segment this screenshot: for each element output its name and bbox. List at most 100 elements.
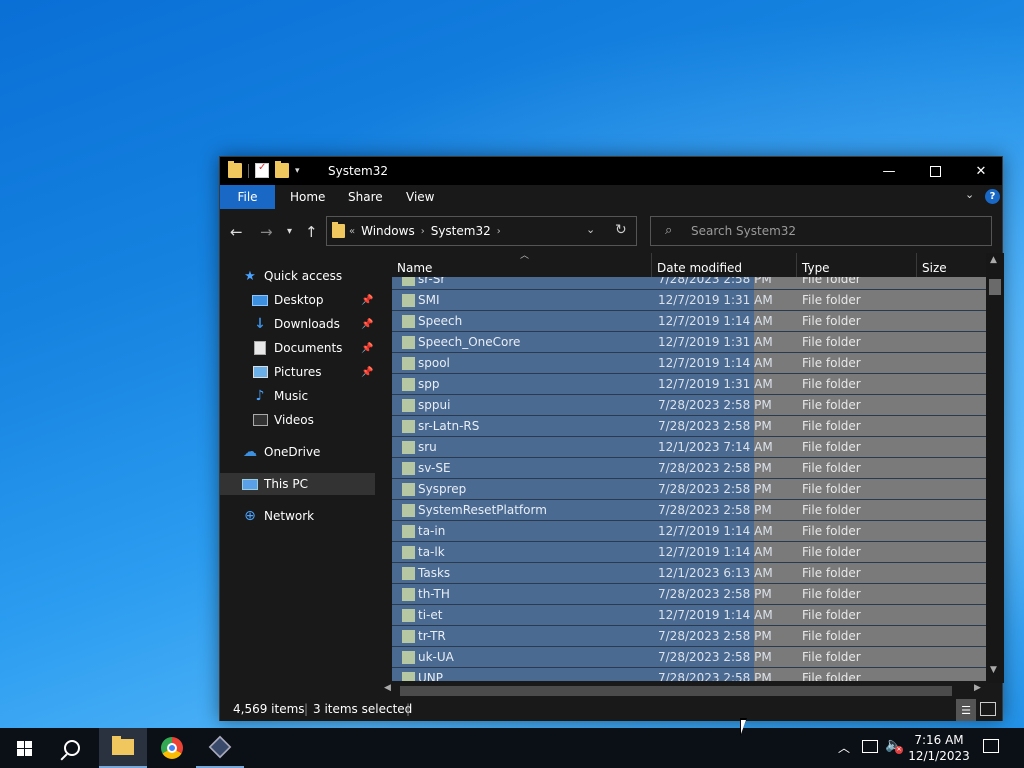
- selection-count: 3 items selected: [313, 702, 413, 716]
- column-name[interactable]: Name: [392, 253, 652, 277]
- vertical-scrollbar[interactable]: ▲ ▼: [986, 253, 1004, 683]
- file-date: 7/28/2023 2:58 PM: [658, 461, 772, 475]
- refresh-icon[interactable]: ↻: [615, 222, 627, 238]
- table-row[interactable]: SMI 12/7/2019 1:31 AM File folder: [392, 290, 986, 311]
- sidebar-item-pictures[interactable]: Pictures 📌: [252, 361, 377, 383]
- expand-ribbon-chevron-icon[interactable]: ⌄: [965, 188, 974, 201]
- scroll-right-icon[interactable]: ▶: [974, 683, 981, 693]
- table-row[interactable]: spool 12/7/2019 1:14 AM File folder: [392, 353, 986, 374]
- address-history-chevron-icon[interactable]: ⌄: [586, 223, 595, 236]
- table-row[interactable]: Speech_OneCore 12/7/2019 1:31 AM File fold…: [392, 332, 986, 353]
- column-size[interactable]: Size: [917, 253, 997, 277]
- scroll-up-icon[interactable]: ▲: [990, 255, 997, 265]
- tab-share[interactable]: Share: [348, 185, 383, 209]
- windows-logo-icon: [16, 740, 32, 756]
- clock[interactable]: 7:16 AM 12/1/2023: [906, 732, 972, 764]
- network-icon: ⊕: [244, 508, 256, 524]
- table-row[interactable]: tr-TR 7/28/2023 2:58 PM File folder: [392, 626, 986, 647]
- breadcrumb-separator-icon[interactable]: ›: [497, 226, 501, 237]
- file-name: Sysprep: [418, 482, 467, 496]
- table-row[interactable]: ti-et 12/7/2019 1:14 AM File folder: [392, 605, 986, 626]
- sidebar-item-network[interactable]: ⊕ Network: [242, 505, 377, 527]
- folder-icon: [402, 483, 415, 496]
- onedrive-cloud-icon: ☁: [243, 444, 257, 460]
- scroll-down-icon[interactable]: ▼: [990, 665, 997, 675]
- search-input[interactable]: ⌕ Search System32: [650, 216, 992, 246]
- folder-icon: [402, 420, 415, 433]
- table-row[interactable]: ta-in 12/7/2019 1:14 AM File folder: [392, 521, 986, 542]
- pin-icon: 📌: [361, 318, 374, 330]
- details-view-button[interactable]: ☰: [956, 699, 976, 721]
- breadcrumb-overflow[interactable]: «: [349, 226, 355, 237]
- sidebar-item-onedrive[interactable]: ☁ OneDrive: [242, 441, 377, 463]
- up-button[interactable]: ↑: [305, 223, 318, 241]
- show-hidden-icons-chevron-icon[interactable]: ︿: [838, 739, 850, 756]
- file-type: File folder: [802, 356, 861, 370]
- recent-locations-chevron-icon[interactable]: ▾: [287, 226, 292, 237]
- table-row[interactable]: ta-lk 12/7/2019 1:14 AM File folder: [392, 542, 986, 563]
- file-type: File folder: [802, 440, 861, 454]
- breadcrumb-windows[interactable]: Windows: [361, 224, 415, 238]
- sidebar-item-quick-access[interactable]: ★ Quick access: [242, 265, 397, 287]
- column-type[interactable]: Type: [797, 253, 917, 277]
- new-folder-icon[interactable]: [275, 161, 289, 178]
- scroll-thumb[interactable]: [989, 279, 1001, 295]
- scroll-thumb[interactable]: [400, 686, 952, 696]
- file-type: File folder: [802, 650, 861, 664]
- folder-icon: [402, 294, 415, 307]
- sidebar-item-documents[interactable]: Documents 📌: [252, 337, 377, 359]
- table-row[interactable]: SystemResetPlatform 7/28/2023 2:58 PM File…: [392, 500, 986, 521]
- file-date: 7/28/2023 2:58 PM: [658, 629, 772, 643]
- sidebar-item-videos[interactable]: Videos: [252, 409, 377, 431]
- column-date-modified[interactable]: Date modified: [652, 253, 797, 277]
- tab-file[interactable]: File: [220, 185, 275, 209]
- sidebar-item-music[interactable]: ♪ Music: [252, 385, 377, 407]
- close-button[interactable]: ✕: [958, 157, 1004, 185]
- breadcrumb-system32[interactable]: System32: [431, 224, 491, 238]
- table-row[interactable]: sr-Sr 7/28/2023 2:58 PM File folder: [392, 277, 986, 290]
- forward-button[interactable]: →: [260, 223, 273, 241]
- sidebar-item-label: This PC: [264, 477, 308, 491]
- back-button[interactable]: ←: [230, 223, 243, 241]
- table-row[interactable]: spp 12/7/2019 1:31 AM File folder: [392, 374, 986, 395]
- customize-toolbar-chevron-icon[interactable]: ▾: [295, 166, 300, 176]
- properties-icon[interactable]: [255, 162, 269, 178]
- title-bar[interactable]: ▾ System32 — ✕: [220, 157, 1002, 185]
- taskbar-virtualbox[interactable]: [196, 728, 244, 768]
- sidebar-item-desktop[interactable]: Desktop 📌: [252, 289, 377, 311]
- table-row[interactable]: sr-Latn-RS 7/28/2023 2:58 PM File folder: [392, 416, 986, 437]
- sidebar-item-label: Music: [274, 389, 309, 403]
- table-row[interactable]: sv-SE 7/28/2023 2:58 PM File folder: [392, 458, 986, 479]
- help-button[interactable]: ?: [985, 189, 1000, 204]
- clock-date: 12/1/2023: [908, 749, 970, 763]
- table-row[interactable]: uk-UA 7/28/2023 2:58 PM File folder: [392, 647, 986, 668]
- table-row[interactable]: Tasks 12/1/2023 6:13 AM File folder: [392, 563, 986, 584]
- scroll-left-icon[interactable]: ◀: [384, 683, 391, 693]
- table-row[interactable]: UNP 7/28/2023 2:58 PM File folder: [392, 668, 986, 681]
- table-row[interactable]: sppui 7/28/2023 2:58 PM File folder: [392, 395, 986, 416]
- horizontal-scrollbar[interactable]: ◀ ▶: [380, 683, 986, 697]
- sidebar-item-this-pc[interactable]: This PC: [220, 473, 375, 495]
- start-button[interactable]: [0, 728, 48, 768]
- taskbar-chrome[interactable]: [148, 728, 196, 768]
- network-status-icon[interactable]: [862, 740, 878, 753]
- table-row[interactable]: Sysprep 7/28/2023 2:58 PM File folder: [392, 479, 986, 500]
- tab-view[interactable]: View: [406, 185, 434, 209]
- breadcrumb-separator-icon[interactable]: ›: [421, 226, 425, 237]
- taskbar-search-button[interactable]: [48, 728, 96, 768]
- action-center-icon[interactable]: [983, 739, 999, 753]
- table-row[interactable]: sru 12/1/2023 7:14 AM File folder: [392, 437, 986, 458]
- file-type: File folder: [802, 482, 861, 496]
- large-icons-view-button[interactable]: [980, 702, 996, 716]
- music-icon: ♪: [255, 388, 265, 404]
- sidebar-item-downloads[interactable]: ↓ Downloads 📌: [252, 313, 377, 335]
- tab-home[interactable]: Home: [290, 185, 325, 209]
- address-bar[interactable]: « Windows › System32 › ⌄ ↻: [326, 216, 637, 246]
- sidebar-item-label: Pictures: [274, 365, 322, 379]
- table-row[interactable]: Speech 12/7/2019 1:14 AM File folder: [392, 311, 986, 332]
- maximize-button[interactable]: [912, 157, 958, 185]
- taskbar-file-explorer[interactable]: [99, 728, 147, 768]
- file-type: File folder: [802, 566, 861, 580]
- minimize-button[interactable]: —: [866, 157, 912, 185]
- table-row[interactable]: th-TH 7/28/2023 2:58 PM File folder: [392, 584, 986, 605]
